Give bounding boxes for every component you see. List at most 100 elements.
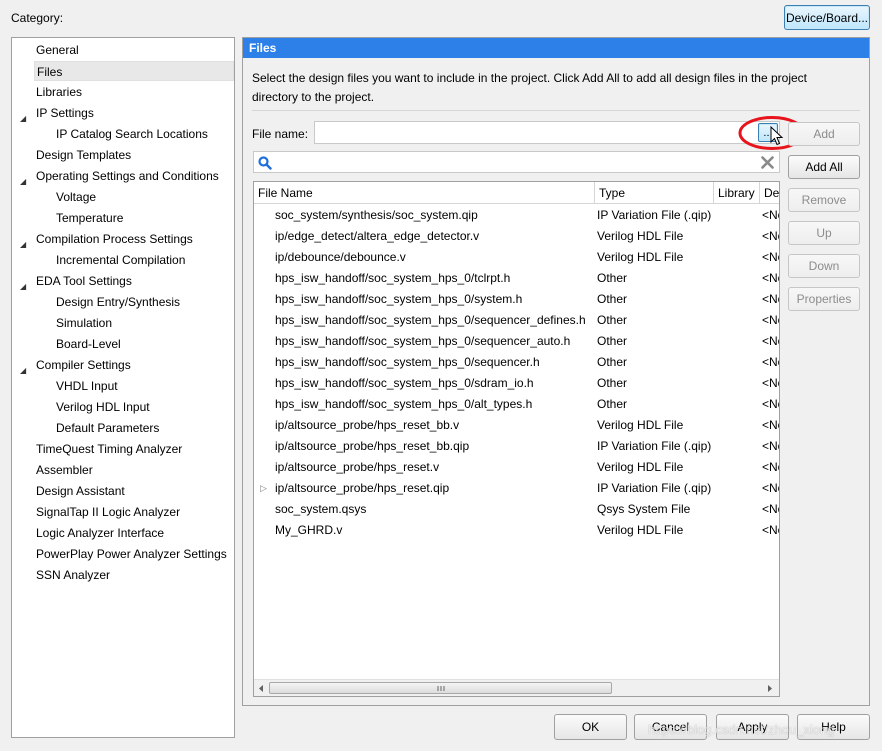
table-row[interactable]: hps_isw_handoff/soc_system_hps_0/sdram_i… [254, 373, 779, 394]
properties-button[interactable]: Properties [788, 287, 860, 311]
up-button[interactable]: Up [788, 221, 860, 245]
file-type-cell: Other [597, 397, 628, 411]
table-row[interactable]: ip/altsource_probe/hps_reset_bb.qip IP Va… [254, 436, 779, 457]
tree-item-label: Operating Settings and Conditions [36, 169, 219, 183]
file-name-cell: ip/altsource_probe/hps_reset.v [275, 460, 440, 474]
tree-item[interactable]: Voltage [12, 187, 232, 207]
design-entry-cell: <None> [762, 229, 779, 243]
file-type-cell: Other [597, 313, 628, 327]
table-row[interactable]: hps_isw_handoff/soc_system_hps_0/sequenc… [254, 352, 779, 373]
tree-item-label: Verilog HDL Input [56, 400, 150, 414]
tree-item-label: Board-Level [56, 337, 121, 351]
tree-item[interactable]: SSN Analyzer [12, 565, 232, 585]
category-label: Category: [11, 11, 64, 25]
tree-item[interactable]: Incremental Compilation [12, 250, 232, 270]
down-button[interactable]: Down [788, 254, 860, 278]
tree-item[interactable]: Simulation [12, 313, 232, 333]
files-table[interactable]: File Name Type Library Design Entry/Synt… [253, 181, 780, 697]
file-name-cell: hps_isw_handoff/soc_system_hps_0/sdram_i… [275, 376, 534, 390]
design-entry-cell: <None> [762, 376, 779, 390]
tree-item[interactable]: Board-Level [12, 334, 232, 354]
remove-button[interactable]: Remove [788, 188, 860, 212]
tree-item[interactable]: Temperature [12, 208, 232, 228]
tree-item[interactable]: IP Catalog Search Locations [12, 124, 232, 144]
tree-item[interactable]: TimeQuest Timing Analyzer [12, 439, 232, 459]
ok-button[interactable]: OK [554, 714, 627, 740]
table-row[interactable]: hps_isw_handoff/soc_system_hps_0/sequenc… [254, 310, 779, 331]
tree-item[interactable]: SignalTap II Logic Analyzer [12, 502, 232, 522]
table-row[interactable]: hps_isw_handoff/soc_system_hps_0/system.… [254, 289, 779, 310]
tree-item-label: Design Entry/Synthesis [56, 295, 181, 309]
tree-item[interactable]: ◢ EDA Tool Settings [12, 271, 232, 291]
table-row[interactable]: ip/altsource_probe/hps_reset.v Verilog HD… [254, 457, 779, 478]
design-entry-cell: <None> [762, 313, 779, 327]
tree-item[interactable]: ◢ IP Settings [12, 103, 232, 123]
table-row[interactable]: hps_isw_handoff/soc_system_hps_0/sequenc… [254, 331, 779, 352]
tree-item[interactable]: Libraries [12, 82, 232, 102]
scrollbar-thumb[interactable] [269, 682, 612, 694]
table-row[interactable]: ip/edge_detect/altera_edge_detector.v Ver… [254, 226, 779, 247]
table-row[interactable]: My_GHRD.v Verilog HDL File <None> [254, 520, 779, 541]
tree-item[interactable]: Assembler [12, 460, 232, 480]
device-board-button[interactable]: Device/Board... [784, 5, 870, 30]
tree-item[interactable]: Design Assistant [12, 481, 232, 501]
table-row[interactable]: ▷ ip/altsource_probe/hps_reset.qip IP Vari… [254, 478, 779, 499]
file-name-input[interactable] [314, 121, 780, 144]
file-name-cell: ip/debounce/debounce.v [275, 250, 406, 264]
table-row[interactable]: soc_system/synthesis/soc_system.qip IP Va… [254, 205, 779, 226]
tree-item-label: Temperature [56, 211, 124, 225]
tree-item-label: Design Assistant [36, 484, 125, 498]
table-row[interactable]: hps_isw_handoff/soc_system_hps_0/tclrpt.… [254, 268, 779, 289]
tree-item[interactable]: Files [34, 61, 234, 81]
category-tree[interactable]: General Files Libraries ◢ IP Settings IP Cata… [11, 37, 235, 738]
tree-item-label: Libraries [36, 85, 83, 99]
tree-item[interactable]: Default Parameters [12, 418, 232, 438]
search-field[interactable] [253, 151, 780, 173]
table-row[interactable]: ip/altsource_probe/hps_reset_bb.v Verilog… [254, 415, 779, 436]
tree-item[interactable]: Logic Analyzer Interface [12, 523, 232, 543]
file-type-cell: IP Variation File (.qip) [597, 481, 712, 495]
tree-item-label: Compilation Process Settings [36, 232, 193, 246]
file-name-label: File name: [252, 127, 309, 141]
table-row[interactable]: hps_isw_handoff/soc_system_hps_0/alt_typ… [254, 394, 779, 415]
horizontal-scrollbar[interactable] [254, 679, 779, 696]
design-entry-cell: <None> [762, 355, 779, 369]
tree-item-label: Files [37, 65, 63, 79]
column-header-type[interactable]: Type [595, 182, 714, 204]
tree-item[interactable]: ◢ Compilation Process Settings [12, 229, 232, 249]
tree-item-label: General [36, 43, 79, 57]
add-button[interactable]: Add [788, 122, 860, 146]
clear-search-icon[interactable] [761, 156, 774, 169]
table-row[interactable]: soc_system.qsys Qsys System File <None> [254, 499, 779, 520]
file-type-cell: Verilog HDL File [597, 523, 684, 537]
file-name-cell: hps_isw_handoff/soc_system_hps_0/system.… [275, 292, 523, 306]
tree-item[interactable]: ◢ Compiler Settings [12, 355, 232, 375]
tree-item[interactable]: ◢ Operating Settings and Conditions [12, 166, 232, 186]
scroll-right-icon[interactable] [766, 684, 774, 693]
file-name-cell: hps_isw_handoff/soc_system_hps_0/sequenc… [275, 334, 571, 348]
tree-item[interactable]: General [12, 40, 232, 60]
tree-item-label: Incremental Compilation [56, 253, 186, 267]
tree-item[interactable]: Verilog HDL Input [12, 397, 232, 417]
tree-item-label: Voltage [56, 190, 97, 204]
files-panel-title: Files [243, 38, 869, 58]
design-entry-cell: <None> [762, 460, 779, 474]
tree-item[interactable]: Design Entry/Synthesis [12, 292, 232, 312]
scroll-left-icon[interactable] [257, 684, 265, 693]
tree-item-label: SSN Analyzer [36, 568, 111, 582]
column-header-library[interactable]: Library [714, 182, 760, 204]
file-type-cell: Other [597, 334, 628, 348]
column-header-design-entry[interactable]: Design Entry/Synthesis Tool [760, 182, 779, 204]
add-all-button[interactable]: Add All [788, 155, 860, 179]
tree-item[interactable]: Design Templates [12, 145, 232, 165]
tree-item-label: VHDL Input [56, 379, 118, 393]
file-type-cell: Qsys System File [597, 502, 691, 516]
design-entry-cell: <None> [762, 481, 779, 495]
tree-item[interactable]: VHDL Input [12, 376, 232, 396]
tree-item[interactable]: PowerPlay Power Analyzer Settings [12, 544, 232, 564]
row-expand-icon[interactable]: ▷ [260, 478, 267, 499]
file-name-cell: soc_system.qsys [275, 502, 367, 516]
table-row[interactable]: ip/debounce/debounce.v Verilog HDL File <N… [254, 247, 779, 268]
file-name-cell: ip/altsource_probe/hps_reset.qip [275, 481, 450, 495]
column-header-file-name[interactable]: File Name [254, 182, 595, 204]
